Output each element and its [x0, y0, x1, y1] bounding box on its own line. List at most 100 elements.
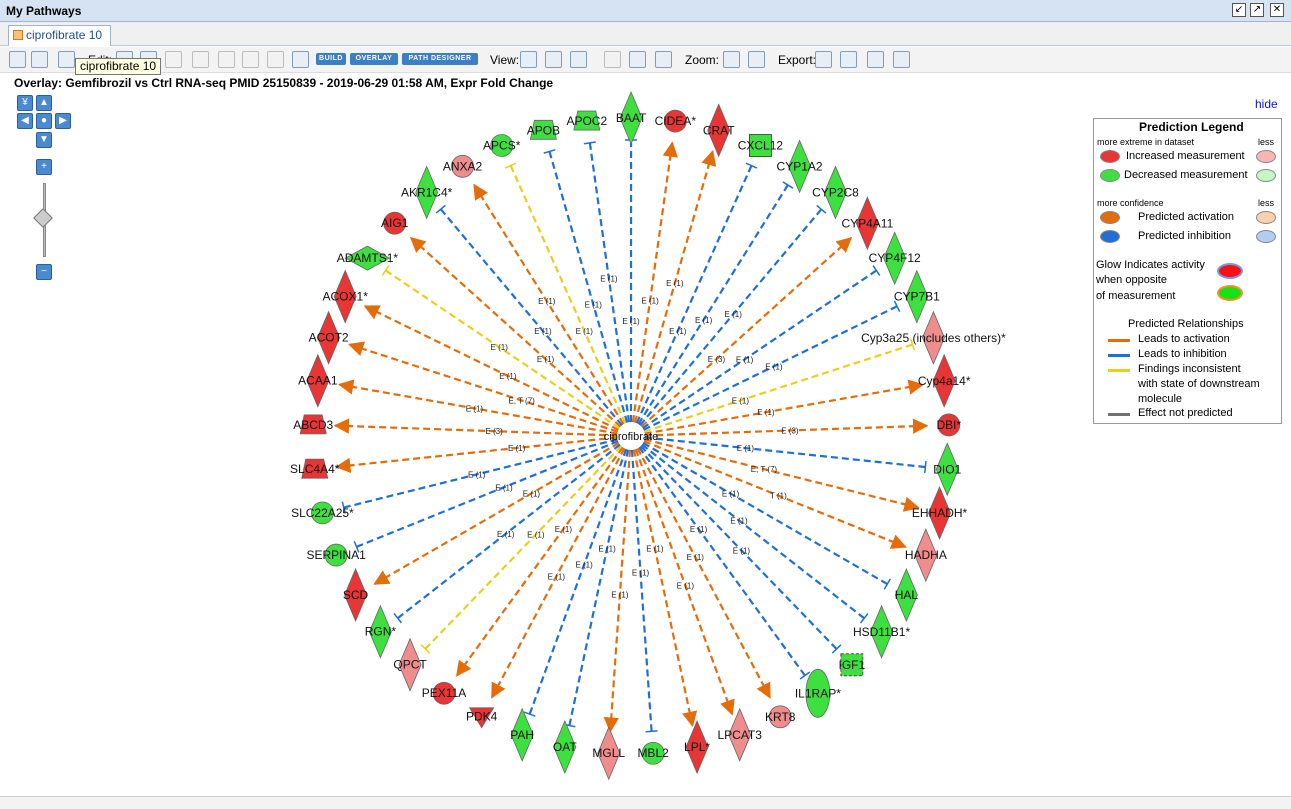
decreased-swatch — [1100, 169, 1120, 182]
edge-krt8[interactable] — [636, 447, 771, 699]
node-label: ABCD3 — [293, 418, 333, 432]
inhibition-swatch — [1100, 230, 1120, 243]
legend-less: less — [1258, 137, 1275, 147]
edge-label: E (1) — [491, 343, 509, 352]
node-label: APOB — [527, 123, 560, 137]
edge-label: E (1) — [575, 561, 593, 570]
edge-pah[interactable] — [528, 448, 628, 715]
edge-label: E, T (7) — [508, 396, 535, 405]
node-label: CYP7B1 — [894, 290, 940, 304]
glow-green-swatch — [1217, 285, 1243, 301]
edge-akr1c4-[interactable] — [439, 208, 623, 426]
node-label: SCD — [343, 588, 369, 602]
node-label: ACOX1* — [323, 290, 369, 304]
node-label: ACOT2 — [309, 331, 349, 345]
node-label: SLC22A25* — [291, 506, 354, 520]
edge-label: E (1) — [765, 362, 783, 371]
legend-inhibition: Predicted inhibition — [1138, 230, 1231, 242]
legend-inconsistent-3: molecule — [1138, 393, 1183, 405]
edge-label: E (1) — [499, 372, 517, 381]
node-label: PDK4 — [466, 710, 498, 724]
node-label: CIDEA* — [655, 114, 697, 128]
edge-label: E (1) — [690, 525, 708, 534]
edge-label: E (1) — [497, 530, 515, 539]
legend-not-predicted: Effect not predicted — [1138, 407, 1233, 419]
node-label: SERPINA1 — [306, 548, 366, 562]
node-label: SLC4A4* — [290, 462, 340, 476]
activation-line-swatch — [1108, 339, 1130, 342]
edge-label: E (1) — [537, 355, 555, 364]
legend-relationships: Predicted Relationships — [1128, 318, 1244, 330]
edge-label: E (1) — [730, 516, 748, 525]
tab-tooltip: ciprofibrate 10 — [75, 58, 162, 75]
node-label: IL1RAP* — [795, 686, 841, 700]
edge-label: E (1) — [725, 310, 743, 319]
edge-il1rap-[interactable] — [638, 446, 806, 677]
node-label: DIO1 — [933, 462, 961, 476]
node-label: ANXA2 — [443, 159, 483, 173]
edge-label: E (1) — [600, 275, 618, 284]
legend-extreme: more extreme in dataset — [1097, 137, 1195, 147]
edge-label: E (1) — [632, 569, 650, 578]
edge-label: E (1) — [733, 546, 751, 555]
edge-dio1[interactable] — [644, 436, 926, 469]
edge-label: E (1) — [687, 553, 705, 562]
edge-label: E (1) — [555, 525, 573, 534]
edge-label: E (1) — [722, 490, 740, 499]
edge-label: E (1) — [669, 327, 687, 336]
node-label: PAH — [510, 728, 534, 742]
node-label: LPL* — [684, 740, 710, 754]
edge-label: E, T (7) — [751, 465, 778, 474]
edge-label: E (1) — [732, 396, 750, 405]
legend-leads-activation: Leads to activation — [1138, 333, 1230, 345]
node-label: EHHADH* — [912, 506, 968, 520]
center-node-label[interactable]: ciprofibrate — [604, 431, 658, 443]
node-label: HAL — [895, 588, 919, 602]
edge-label: E (1) — [622, 317, 640, 326]
node-label: CYP1A2 — [777, 159, 823, 173]
decreased-light-swatch — [1256, 169, 1276, 182]
node-label: QPCT — [393, 658, 427, 672]
node-label: IGF1 — [839, 658, 866, 672]
inconsistent-line-swatch — [1108, 369, 1130, 372]
node-label: DBI* — [936, 418, 961, 432]
inhibition-line-swatch — [1108, 354, 1130, 357]
edge-hal[interactable] — [642, 442, 888, 586]
node-label: Cyp3a25 (includes others)* — [861, 331, 1006, 345]
prediction-legend: Prediction Legend more extreme in datase… — [1093, 118, 1282, 424]
edge-label: E (1) — [757, 408, 775, 417]
edge-end-bar — [782, 181, 794, 189]
edge-abcd3[interactable] — [333, 418, 618, 437]
edge-label: E (3) — [485, 427, 503, 436]
edge-cyp4f12[interactable] — [641, 269, 878, 430]
edge-end-bar — [923, 460, 927, 474]
legend-activation: Predicted activation — [1138, 211, 1234, 223]
edge-label: E (3) — [708, 355, 726, 364]
node-label: ADAMTS1* — [337, 251, 399, 265]
legend-less-2: less — [1258, 198, 1275, 208]
legend-confidence: more confidence — [1097, 198, 1164, 208]
node-label: APOC2 — [566, 114, 607, 128]
edge-apob[interactable] — [548, 151, 629, 423]
activation-swatch — [1100, 211, 1120, 224]
edge-qpct[interactable] — [424, 445, 623, 650]
legend-inconsistent-1: Findings inconsistent — [1138, 363, 1241, 375]
legend-increased: Increased measurement — [1126, 150, 1245, 162]
node-label: HADHA — [905, 548, 947, 562]
legend-title: Prediction Legend — [1136, 120, 1247, 134]
edge-label: E (1) — [548, 572, 566, 581]
edge-slc4a4-[interactable] — [335, 436, 618, 474]
node-label: CYP2C8 — [812, 185, 859, 199]
node-label: KRT8 — [765, 710, 796, 724]
edge-end-bar — [583, 141, 596, 145]
node-label: CRAT — [703, 123, 735, 137]
legend-glow-1: Glow Indicates activity — [1096, 259, 1205, 271]
node-label: PEX11A — [422, 686, 466, 700]
edge-label: T (1) — [770, 492, 787, 501]
node-label: MBL2 — [637, 746, 669, 760]
node-label: AKR1C4* — [401, 185, 453, 199]
edge-serpina1[interactable] — [356, 440, 619, 548]
edge-mbl2[interactable] — [630, 449, 653, 732]
edge-pex11a[interactable] — [456, 446, 624, 677]
node-label: AIG1 — [381, 216, 409, 230]
